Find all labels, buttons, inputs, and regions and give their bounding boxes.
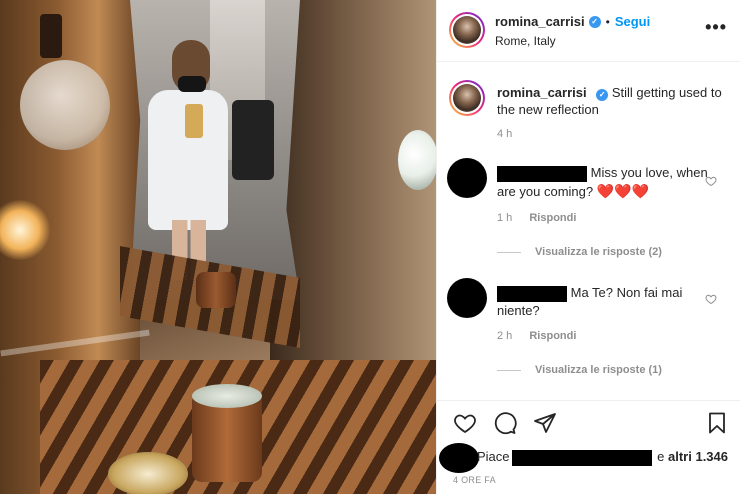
more-options-icon[interactable]: ••• [705,18,727,36]
author-username[interactable]: romina_carrisi [495,14,585,29]
caption-text-block: romina_carrisi ✓ Still getting used to t… [497,84,725,118]
likes-suffix: e [657,449,665,464]
view-replies-label: Visualizza le risposte (1) [535,364,662,376]
likes-count[interactable]: altri 1.346 [668,449,728,464]
post-actions: Piace e altri 1.346 4 ORE FA [437,400,740,494]
post-timestamp: 4 ORE FA [453,475,496,485]
author-row: romina_carrisi ✓ • Segui [495,14,650,29]
comment-avatar-redacted[interactable] [447,158,487,198]
caption-username[interactable]: romina_carrisi [497,85,587,100]
comment-icon[interactable] [493,411,517,435]
comment-time: 2 h [497,330,513,342]
view-replies-label: Visualizza le risposte (2) [535,246,662,258]
comment-avatar-redacted[interactable] [447,278,487,318]
follow-button[interactable]: Segui [615,14,650,29]
photo-lantern [40,14,62,58]
reply-button[interactable]: Rispondi [529,212,576,224]
view-replies-button[interactable]: Visualizza le risposte (1) [497,364,662,376]
comment-text-block: Miss you love, when are you coming? ❤️❤️… [497,164,713,201]
comment-time: 1 h [497,212,513,224]
photo-face-mask [178,76,206,92]
photo-dome-lamp [20,60,110,150]
reply-button[interactable]: Rispondi [529,330,576,342]
liker-avatar-redacted [439,443,479,473]
post-location[interactable]: Rome, Italy [495,34,556,48]
share-icon[interactable] [533,411,557,435]
view-replies-button[interactable]: Visualizza le risposte (2) [497,246,662,258]
redacted-username [497,165,587,182]
comment-text-block: Ma Te? Non fai mai niente? [497,284,713,320]
comment-like-heart-icon[interactable] [705,293,717,305]
verified-badge-icon: ✓ [596,89,609,101]
replies-divider [497,251,521,253]
photo-globe-lamp [398,130,436,190]
caption-time: 4 h [497,128,513,140]
photo-gold-plate [108,452,188,494]
likes-text: Piace e altri 1.346 [477,449,728,466]
photo-phone [185,104,203,138]
likes-prefix: Piace [477,449,510,464]
photo-drum-glass-top [192,384,262,408]
redacted-liker-name [511,449,652,466]
post-photo[interactable] [0,0,436,494]
verified-badge-icon: ✓ [588,15,601,28]
replies-divider [497,369,521,371]
bookmark-icon[interactable] [705,411,729,435]
heart-icon[interactable] [453,411,477,435]
post-header: romina_carrisi ✓ • Segui Rome, Italy ••• [437,0,740,62]
post-side-panel: romina_carrisi ✓ • Segui Rome, Italy •••… [436,0,740,494]
redacted-username [497,285,567,302]
separator-dot: • [605,14,610,29]
comment-meta: 2 h Rispondi [497,330,590,342]
likes-summary[interactable]: Piace e altri 1.346 [437,443,740,473]
caption-avatar[interactable] [449,80,485,116]
photo-small-drum [196,272,236,308]
heart-emoji: ❤️❤️❤️ [596,183,650,199]
photo-car [232,100,274,180]
comment-like-heart-icon[interactable] [705,175,717,187]
author-avatar[interactable] [449,12,485,48]
comment-meta: 1 h Rispondi [497,212,590,224]
